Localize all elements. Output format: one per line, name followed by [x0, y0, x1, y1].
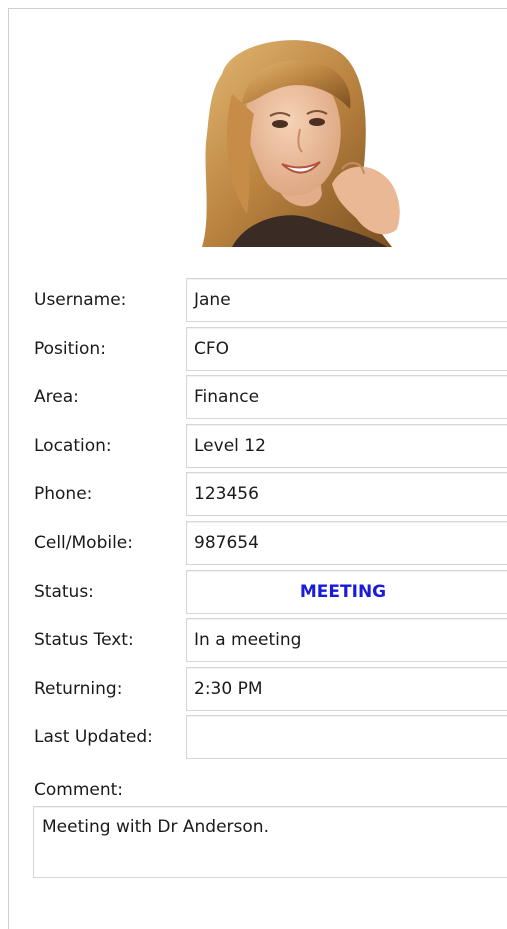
- last-updated-field[interactable]: [186, 715, 507, 759]
- last-updated-label: Last Updated:: [34, 727, 153, 747]
- username-label: Username:: [34, 290, 127, 310]
- position-field[interactable]: CFO: [186, 327, 507, 371]
- area-label: Area:: [34, 387, 79, 407]
- location-field[interactable]: Level 12: [186, 424, 507, 468]
- comment-label: Comment:: [34, 780, 124, 800]
- cell-mobile-label: Cell/Mobile:: [34, 533, 133, 553]
- status-field[interactable]: MEETING: [186, 570, 507, 614]
- position-label: Position:: [34, 339, 106, 359]
- profile-photo: [192, 34, 412, 247]
- status-label: Status:: [34, 582, 94, 602]
- status-text-field[interactable]: In a meeting: [186, 618, 507, 662]
- location-label: Location:: [34, 436, 112, 456]
- comment-field[interactable]: Meeting with Dr Anderson.: [33, 806, 507, 878]
- returning-field[interactable]: 2:30 PM: [186, 667, 507, 711]
- username-field[interactable]: Jane: [186, 278, 507, 322]
- area-field[interactable]: Finance: [186, 375, 507, 419]
- cell-mobile-field[interactable]: 987654: [186, 521, 507, 565]
- phone-field[interactable]: 123456: [186, 472, 507, 516]
- returning-label: Returning:: [34, 679, 123, 699]
- phone-label: Phone:: [34, 484, 93, 504]
- status-text-label: Status Text:: [34, 630, 134, 650]
